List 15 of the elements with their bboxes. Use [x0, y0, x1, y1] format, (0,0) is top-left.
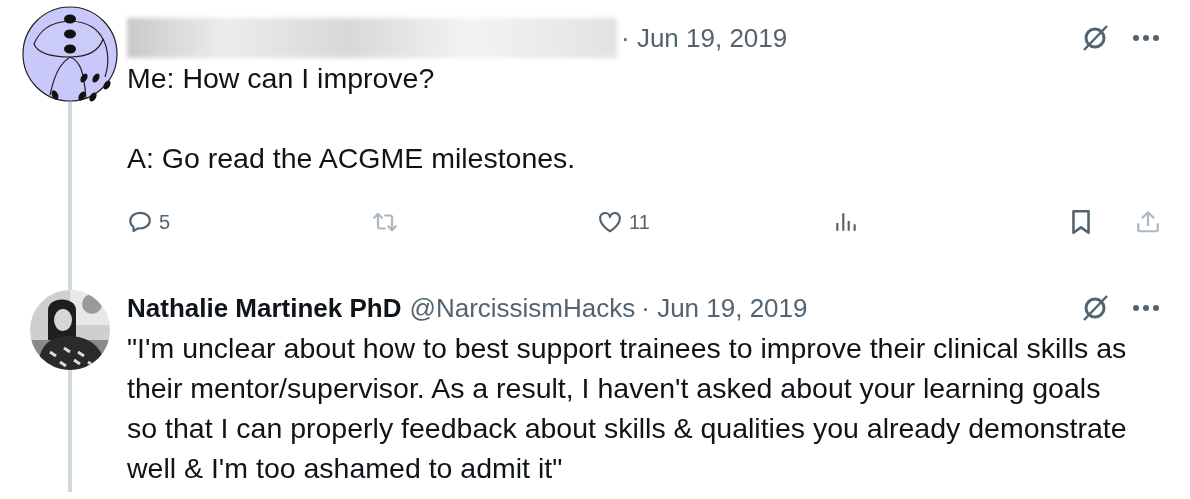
tweet-text: "I'm unclear about how to best support trainees to improve their clinical skills as their mentor/supervisor. As a result, I haven't asked about your learning goals so that I can properly feedback about skills & qualities you already demonstrate well & I'm too ashamed to admit it" — [127, 331, 1127, 486]
user-handle[interactable]: @NarcissismHacks — [409, 292, 636, 324]
slashed-circle-icon[interactable] — [1080, 23, 1110, 53]
more-icon[interactable] — [1132, 304, 1160, 312]
share-icon — [1135, 209, 1161, 235]
heart-icon — [597, 209, 623, 235]
tweet-text: Me: How can I improve? A: Go read the ACGME milestones. — [127, 61, 577, 176]
reply-button[interactable]: 5 — [127, 209, 171, 235]
like-button[interactable]: 11 — [597, 209, 650, 235]
post-date[interactable]: · Jun 19, 2019 — [621, 22, 788, 54]
more-icon[interactable] — [1132, 34, 1160, 42]
slashed-circle-icon[interactable] — [1080, 293, 1110, 323]
post-date[interactable]: · Jun 19, 2019 — [641, 292, 808, 324]
display-name[interactable]: Nathalie Martinek PhD — [127, 292, 402, 324]
speech-bubble-icon — [127, 209, 153, 235]
